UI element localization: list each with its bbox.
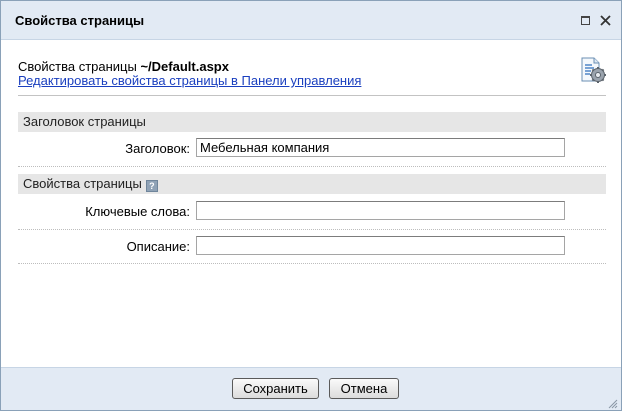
row-divider <box>18 229 606 230</box>
title-input[interactable] <box>196 138 565 157</box>
row-divider <box>18 263 606 264</box>
close-icon[interactable] <box>598 12 614 28</box>
section-title-page-properties: Свойства страницы <box>23 176 142 191</box>
resize-grip-icon[interactable] <box>607 396 618 409</box>
page-info: Свойства страницы ~/Default.aspx <box>18 59 229 74</box>
cancel-button[interactable]: Отмена <box>329 378 399 399</box>
description-field-label: Описание: <box>126 239 190 254</box>
header-divider <box>18 95 606 96</box>
row-divider <box>18 166 606 167</box>
section-header-page-properties: Свойства страницы? <box>18 174 606 194</box>
save-button[interactable]: Сохранить <box>232 378 319 399</box>
dialog-titlebar[interactable]: Свойства страницы <box>1 1 621 40</box>
description-input[interactable] <box>196 236 565 255</box>
page-settings-icon <box>579 56 607 84</box>
dialog-title: Свойства страницы <box>15 13 145 28</box>
page-properties-dialog: Свойства страницы Свойства страницы ~/De… <box>0 0 622 411</box>
section-header-page-title: Заголовок страницы <box>18 112 606 132</box>
keywords-input[interactable] <box>196 201 565 220</box>
dialog-footer: Сохранить Отмена <box>1 367 621 410</box>
page-info-prefix: Свойства страницы <box>18 59 137 74</box>
keywords-field-label: Ключевые слова: <box>85 204 190 219</box>
section-title-page-title: Заголовок страницы <box>23 114 146 129</box>
edit-in-control-panel-link[interactable]: Редактировать свойства страницы в Панели… <box>18 73 361 88</box>
help-icon[interactable]: ? <box>145 180 158 192</box>
maximize-icon[interactable] <box>578 12 594 28</box>
title-field-label: Заголовок: <box>125 141 190 156</box>
page-path: ~/Default.aspx <box>140 59 229 74</box>
